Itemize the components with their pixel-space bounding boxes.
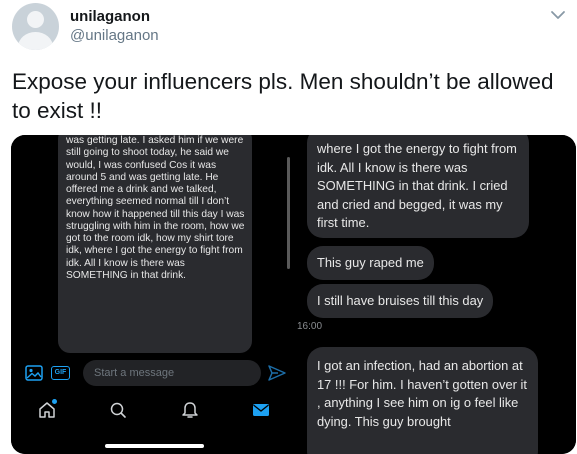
display-name[interactable]: unilaganon xyxy=(70,8,150,25)
user-handle[interactable]: @unilaganon xyxy=(70,27,159,44)
screenshot-left[interactable]: was getting late. I asked him if we were… xyxy=(11,135,290,454)
message-input: Start a message xyxy=(83,360,261,386)
message-bubble: I still have bruises till this day xyxy=(307,284,494,318)
message-bubble: where I got the energy to fight from idk… xyxy=(307,135,529,238)
messages-icon xyxy=(253,404,269,416)
scrollbar xyxy=(287,157,290,269)
image-icon xyxy=(25,365,43,381)
message-bubble: This guy raped me xyxy=(307,246,434,280)
send-icon xyxy=(268,365,286,381)
tweet-text: Expose your influencers pls. Men shouldn… xyxy=(12,69,554,123)
search-icon xyxy=(110,402,126,418)
tweet-media[interactable]: was getting late. I asked him if we were… xyxy=(11,135,576,454)
screenshot-right[interactable]: where I got the energy to fight from idk… xyxy=(293,135,576,454)
avatar-body-shape xyxy=(18,32,53,50)
message-bubble: was getting late. I asked him if we were… xyxy=(58,135,252,353)
avatar[interactable] xyxy=(12,3,59,50)
tab-bar xyxy=(11,392,290,442)
gif-icon: GIF xyxy=(51,366,70,380)
notifications-icon xyxy=(182,402,198,418)
home-indicator xyxy=(105,444,204,448)
avatar-head-shape xyxy=(27,11,44,28)
message-timestamp: 16:00 xyxy=(297,321,323,332)
notification-dot xyxy=(52,399,57,404)
tweet-header: unilaganon @unilaganon xyxy=(0,0,577,60)
chevron-down-icon[interactable] xyxy=(549,6,567,24)
message-composer: GIF Start a message xyxy=(21,360,286,386)
message-bubble: I got an infection, had an abortion at 1… xyxy=(307,347,538,454)
